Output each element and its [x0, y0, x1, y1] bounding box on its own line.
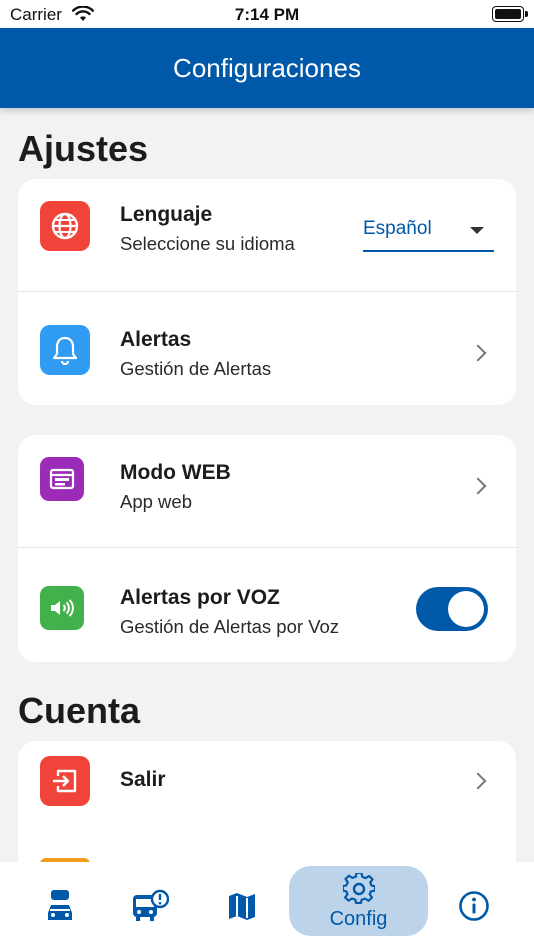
- nav-tab-info[interactable]: [444, 862, 504, 950]
- language-title: Lenguaje: [120, 203, 213, 226]
- bottom-navigation: Config: [0, 862, 534, 950]
- language-subtitle: Seleccione su idioma: [120, 233, 295, 254]
- nav-tab-map[interactable]: [212, 862, 272, 950]
- section-title-cuenta: Cuenta: [18, 690, 141, 731]
- logout-title: Salir: [120, 768, 166, 791]
- globe-icon: [40, 201, 90, 251]
- alerts-title: Alertas: [120, 328, 192, 351]
- web-window-icon: [40, 457, 84, 501]
- language-selected-value: Español: [363, 218, 432, 239]
- status-bar: Carrier 7:14 PM: [0, 0, 534, 28]
- settings-card-modes: Modo WEB App web Alertas por VOZ Gestión…: [18, 435, 516, 662]
- nav-tab-bus-alerts[interactable]: [120, 862, 180, 950]
- voice-alerts-title: Alertas por VOZ: [120, 586, 280, 609]
- setting-row-web-mode[interactable]: Modo WEB App web: [18, 435, 516, 548]
- chevron-right-icon: [469, 477, 487, 495]
- voice-alerts-subtitle: Gestión de Alertas por Voz: [120, 616, 340, 637]
- speaker-icon: [40, 586, 84, 630]
- battery-icon: [492, 6, 528, 22]
- nav-tab-stops[interactable]: [30, 862, 90, 950]
- setting-row-alerts[interactable]: Alertas Gestión de Alertas: [18, 292, 516, 405]
- chevron-right-icon: [469, 344, 487, 362]
- info-icon: [459, 891, 489, 921]
- car-stop-icon: [48, 890, 72, 920]
- map-icon: [229, 893, 255, 920]
- web-mode-subtitle: App web: [120, 491, 192, 512]
- status-time: 7:14 PM: [234, 5, 300, 24]
- setting-row-language: Lenguaje Seleccione su idioma Español: [18, 179, 516, 292]
- chevron-right-icon: [469, 772, 487, 790]
- nav-tab-config-label: Config: [329, 908, 388, 930]
- settings-card-account: Salir: [18, 741, 516, 881]
- bell-icon: [40, 325, 90, 375]
- bus-alert-icon: [133, 889, 169, 921]
- voice-alerts-toggle[interactable]: [416, 587, 488, 631]
- logout-icon: [40, 756, 90, 806]
- section-title-ajustes: Ajustes: [18, 128, 149, 169]
- setting-row-logout[interactable]: Salir: [18, 741, 516, 832]
- page-title: Configuraciones: [173, 53, 361, 83]
- gear-icon: [342, 873, 375, 904]
- language-dropdown[interactable]: Español: [363, 215, 494, 252]
- app-bar: Configuraciones: [0, 28, 534, 108]
- alerts-subtitle: Gestión de Alertas: [120, 358, 272, 379]
- caret-down-icon: [470, 227, 484, 234]
- setting-row-voice-alerts: Alertas por VOZ Gestión de Alertas por V…: [18, 548, 516, 661]
- settings-card-general: Lenguaje Seleccione su idioma Español Al…: [18, 179, 516, 405]
- web-mode-title: Modo WEB: [120, 461, 231, 484]
- toggle-knob: [448, 591, 484, 627]
